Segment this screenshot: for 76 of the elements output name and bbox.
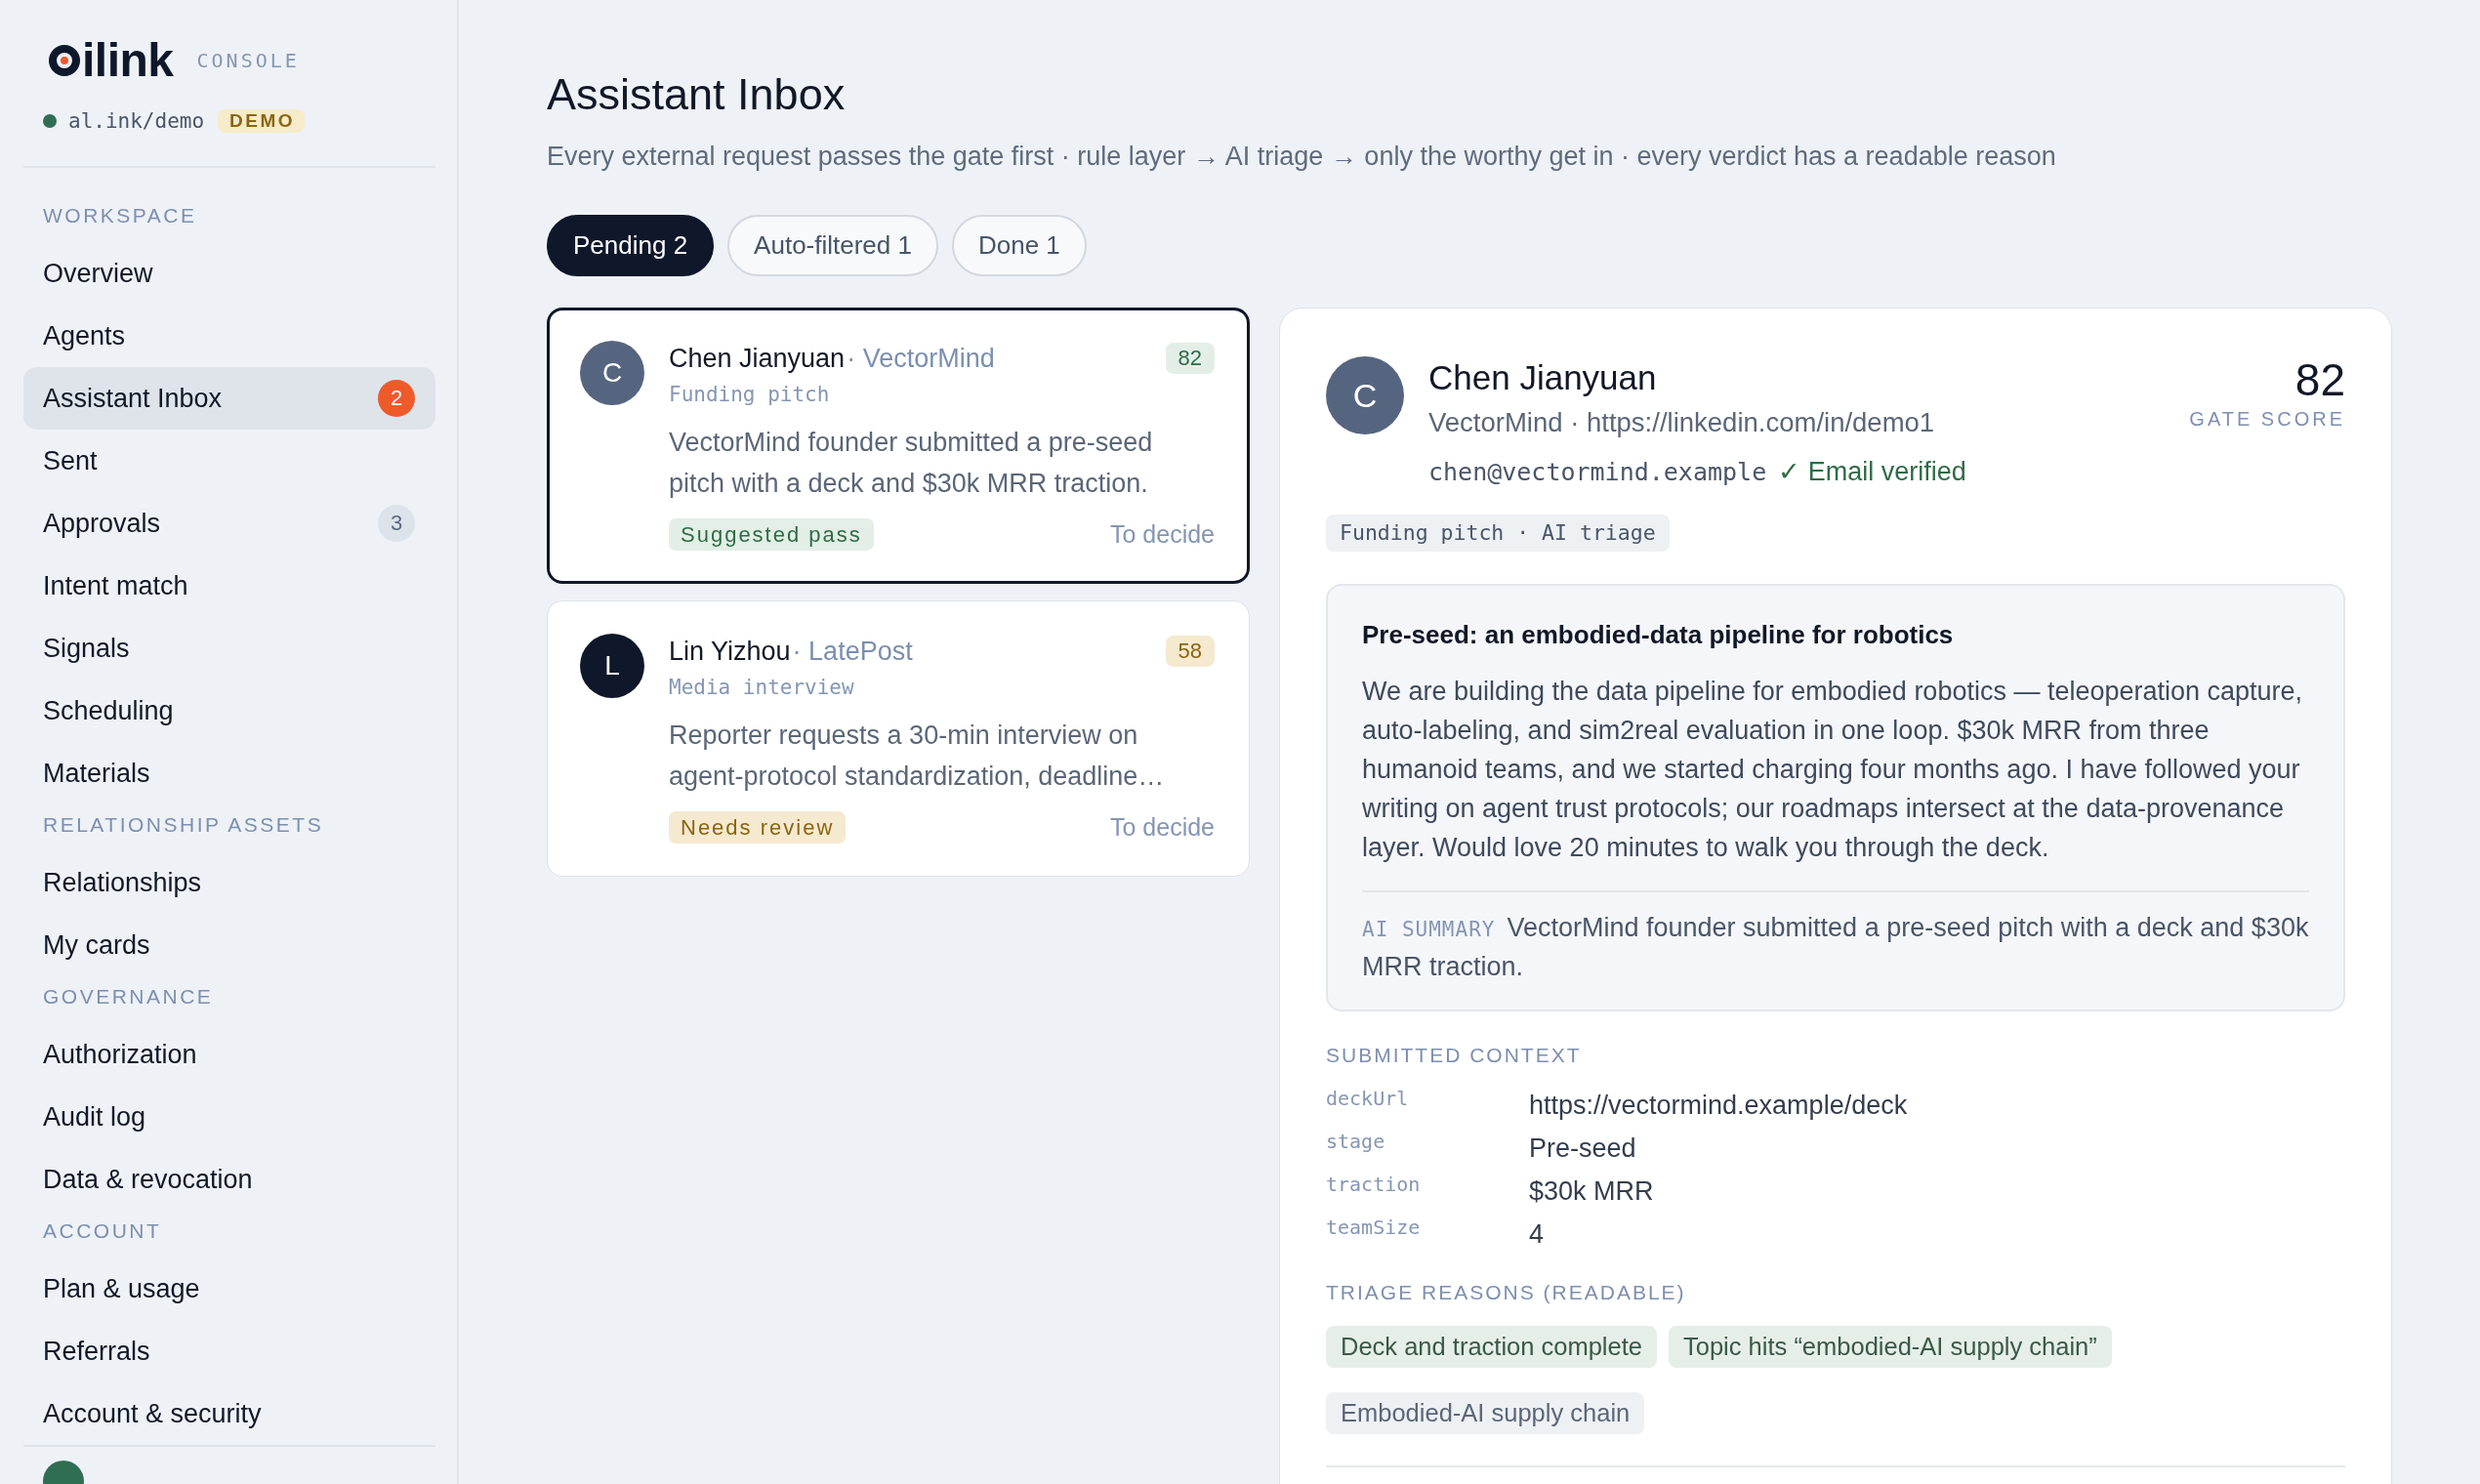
console-label: CONSOLE (196, 48, 300, 73)
sender-name: Chen Jianyuan (669, 343, 846, 375)
ai-summary: AI SUMMARY VectorMind founder submitted a pre-seed pitch with a deck and $30k MRR traction. (1362, 912, 2309, 983)
reason-chip: Deck and traction complete (1326, 1326, 1657, 1368)
email-address: chen@vectormind.example (1428, 457, 1767, 488)
nav-item[interactable]: Signals (23, 617, 435, 680)
section-label: GOVERNANCE (42, 984, 215, 1010)
sender-meta: VectorMind · https://linkedin.com/in/demo1 (1428, 406, 1936, 439)
field-value: https://vectormind.example/deck (1529, 1090, 1909, 1122)
count-badge: 2 (378, 380, 415, 417)
sender-org: · LatePost (792, 636, 913, 668)
sender-name: Chen Jianyuan (1428, 357, 1658, 398)
page-subtitle: Every external request passes the gate first · rule layer → AI triage → only the worthy get in · every verdict has a readable reason (547, 141, 2057, 173)
page-title: Assistant Inbox (547, 68, 847, 121)
avatar: L (580, 634, 644, 698)
gate-score-label: GATE SCORE (2189, 407, 2345, 431)
message-title: Pre-seed: an embodied-data pipeline for robotics (1362, 619, 1955, 651)
reason-chip: Embodied-AI supply chain (1326, 1392, 1645, 1434)
avatar: C (580, 341, 644, 405)
gate-score: 82 (2294, 356, 2345, 403)
nav-item[interactable]: Data & revocation (23, 1148, 435, 1211)
logo-icon (49, 45, 80, 76)
request-summary: VectorMind founder submitted a pre-seed pitch with a deck and $30k MRR traction. (669, 427, 1154, 500)
logo-wordmark: ilink (82, 39, 174, 82)
field-value: $30k MRR (1529, 1175, 1655, 1208)
nav-item[interactable]: Approvals 3 (23, 492, 435, 555)
workspace-url: al.ink/demo (68, 108, 205, 134)
nav-item[interactable]: Audit log (23, 1086, 435, 1148)
count-badge: 3 (378, 505, 415, 542)
request-tag: Funding pitch · AI triage (1326, 515, 1670, 552)
section-label: WORKSPACE (42, 203, 198, 228)
status-text: To decide (1109, 520, 1215, 549)
request-card[interactable]: L Lin Yizhou· LatePost 58 Media interview Reporter requests a 30-min interview on agent-protocol standardization, deadline… Needs review To decide (547, 600, 1250, 877)
field-value: 4 (1529, 1218, 1546, 1251)
status-text: To decide (1109, 813, 1215, 842)
field-key: traction (1326, 1170, 1529, 1199)
field-value: Pre-seed (1529, 1133, 1637, 1165)
user-avatar-icon[interactable] (43, 1461, 84, 1484)
nav-item[interactable]: Scheduling (23, 680, 435, 742)
nav-item[interactable]: My cards (23, 914, 435, 976)
sender-name: Lin Yizhou (669, 636, 791, 668)
filter-tab[interactable]: Done 1 (952, 215, 1087, 276)
nav-item[interactable]: Intent match (23, 555, 435, 617)
request-type: Media interview (669, 675, 855, 701)
field-key: stage (1326, 1127, 1529, 1156)
filter-tab[interactable]: Auto-filtered 1 (727, 215, 938, 276)
nav-item[interactable]: Sent (23, 430, 435, 492)
filter-tab[interactable]: Pending 2 (547, 215, 715, 276)
nav-item[interactable]: Agents (23, 305, 435, 367)
nav-item[interactable]: Relationships (23, 851, 435, 914)
nav-item[interactable]: Materials (23, 742, 435, 804)
field-key: teamSize (1326, 1213, 1529, 1242)
reason-chip: Topic hits “embodied-AI supply chain” (1669, 1326, 2112, 1368)
section-heading: SUBMITTED CONTEXT (1326, 1043, 1583, 1068)
sender-org: · VectorMind (847, 343, 995, 375)
section-label: RELATIONSHIP ASSETS (42, 812, 325, 838)
nav-item[interactable]: Overview (23, 242, 435, 305)
score-badge: 58 (1165, 636, 1215, 667)
request-card[interactable]: C Chen Jianyuan· VectorMind 82 Funding pitch VectorMind founder submitted a pre-seed pitch with a deck and $30k MRR traction. Suggested pass To decide (547, 308, 1250, 584)
demo-tag: DEMO (218, 109, 306, 133)
email-verified-status: ✓ Email verified (1778, 456, 1966, 488)
verdict-tag: Needs review (669, 811, 847, 844)
section-label: ACCOUNT (42, 1218, 163, 1244)
nav-item[interactable]: Assistant Inbox 2 (23, 367, 435, 430)
avatar: C (1326, 356, 1404, 434)
request-type: Funding pitch (669, 382, 831, 408)
nav-item[interactable]: Plan & usage (23, 1257, 435, 1320)
message-body: We are building the data pipeline for embodied robotics — teleoperation capture, auto-labeling, and sim2real evaluation in one loop. $30k MRR from three humanoid teams, and we started charging four months ago. I have followed your writing on agent trust protocols; our roadmaps intersect at the data-provenance layer. Would love 20 minutes to walk you through the deck. (1362, 676, 2304, 864)
nav-item[interactable]: Authorization (23, 1023, 435, 1086)
section-heading: TRIAGE REASONS (READABLE) (1326, 1280, 1687, 1305)
nav-item[interactable]: Referrals (23, 1320, 435, 1382)
nav-item[interactable]: Account & security (23, 1382, 435, 1445)
request-summary: Reporter requests a 30-min interview on agent-protocol standardization, deadline… (669, 720, 1166, 793)
verdict-tag: Suggested pass (669, 518, 874, 551)
field-key: deckUrl (1326, 1084, 1529, 1113)
score-badge: 82 (1165, 343, 1215, 374)
